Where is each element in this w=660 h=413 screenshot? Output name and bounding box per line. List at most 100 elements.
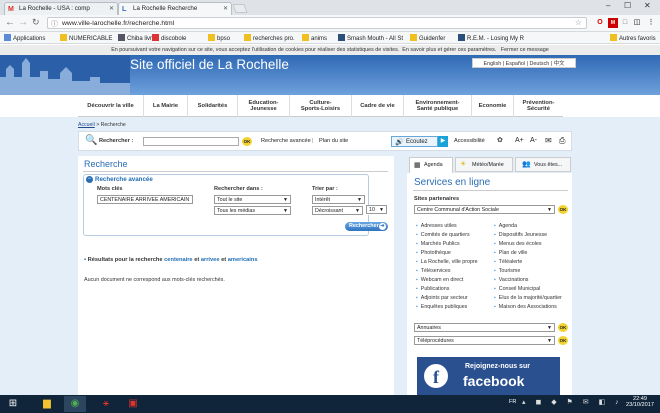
partners-ok-button[interactable]: OK [558,205,568,214]
submit-search-button[interactable]: Rechercher ➔ [345,222,388,231]
menu-solidarites[interactable]: Solidarités [188,95,238,117]
order-select[interactable]: Décroissant ▼ [312,206,363,215]
search-input[interactable] [143,137,239,146]
service-link[interactable]: Marchés Publics [416,240,478,249]
service-link[interactable]: Menus des écoles [494,240,562,249]
site-title[interactable]: Site officiel de La Rochelle [130,57,289,72]
service-link[interactable]: La Rochelle, ville propre [416,258,478,267]
tab-meteo[interactable]: ☀ Météo/Marée [455,157,513,172]
file-explorer-icon[interactable]: ▆ [36,396,58,412]
menu-education[interactable]: Education- Jeunesse [238,95,290,117]
star-icon[interactable]: ☆ [575,18,582,27]
keywords-input[interactable]: CENTENAIRE ARRIVEE AMERICAIN [97,195,193,204]
teleprocedures-select[interactable]: Téléprocédures ▼ [414,336,555,345]
service-link[interactable]: Dispositifs Jeunesse [494,231,562,240]
bookmark-item[interactable]: Smash Mouth - All St [338,34,403,42]
service-link[interactable]: Maison des Associations [494,303,562,312]
accessibility-icon[interactable]: ✿ [497,136,503,144]
play-icon[interactable]: ▶ [438,136,448,147]
menu-environnement[interactable]: Environnement- Santé publique [404,95,472,117]
menu-dots-icon[interactable]: ⋮ [646,18,656,28]
minimize-icon[interactable]: – [606,1,610,10]
annuaires-select[interactable]: Annuaires ▼ [414,323,555,332]
tab-gmail[interactable]: M La Rochelle - USA : comp ✕ [4,2,118,15]
bookmark-item[interactable]: discobole [152,34,186,42]
bookmark-item[interactable]: anims [302,34,327,42]
lang-espanol[interactable]: Español [506,61,525,67]
service-link[interactable]: Conseil Municipal [494,285,562,294]
bookmark-item[interactable]: bpso [208,34,230,42]
accessibility-link[interactable]: Accessibilité [454,138,485,144]
extension-icon[interactable]: ◫ [632,18,642,28]
tray-icons[interactable]: ▴ ◼ ◆ ⚑ ✉ ◧ ♪ [522,398,623,406]
opera-icon[interactable]: O [595,18,605,28]
share-icon[interactable]: ✉ [545,136,552,145]
advanced-search-link[interactable]: Recherche avancée [261,138,311,144]
cookie-close-link[interactable]: Fermer ce message [501,47,549,53]
url-field[interactable]: ⓘ www.ville-larochelle.fr/recherche.html… [47,17,587,29]
clock[interactable]: 22:49 23/10/2017 [622,396,658,408]
bookmark-item[interactable]: R.E.M. - Losing My R [458,34,524,42]
bookmark-item[interactable]: Applications [4,34,45,42]
forward-icon[interactable]: → [18,17,28,28]
service-link[interactable]: Adresses utiles [416,222,478,231]
service-link[interactable]: Agenda [494,222,562,231]
maximize-icon[interactable]: ☐ [624,1,631,10]
bookmark-item[interactable]: Guidenfer [410,34,445,42]
skyline-logo[interactable] [0,55,130,95]
media-select[interactable]: Tous les médias ▼ [214,206,291,215]
bookmark-item[interactable]: Autres favoris [610,34,656,42]
service-link[interactable]: Tourisme [494,267,562,276]
menu-mairie[interactable]: La Mairie [144,95,188,117]
start-icon[interactable]: ⊞ [2,396,24,412]
menu-cadre-de-vie[interactable]: Cadre de vie [352,95,404,117]
service-link[interactable]: Vaccinations [494,276,562,285]
menu-decouvrir[interactable]: Découvrir la ville [78,95,144,117]
service-link[interactable]: Téléservices [416,267,478,276]
service-link[interactable]: Plan de ville [494,249,562,258]
lang-deutsch[interactable]: Deutsch [530,61,550,67]
service-link[interactable]: Comités de quartiers [416,231,478,240]
menu-culture[interactable]: Culture- Sports-Loisirs [290,95,352,117]
lang-english[interactable]: English [484,61,502,67]
extension-icon[interactable]: □ [620,18,630,28]
reload-icon[interactable]: ↻ [32,17,40,28]
chrome-icon[interactable]: ◉ [64,396,86,412]
search-in-select[interactable]: Tout le site ▼ [214,195,291,204]
bookmark-item[interactable]: NUMERICABLE [60,34,112,42]
service-link[interactable]: Téléalerte [494,258,562,267]
listen-button[interactable]: 🔊 Ecoutez [391,136,438,147]
page-info-icon[interactable]: ⓘ [51,19,58,29]
tab-vous-etes[interactable]: 👥 Vous êtes... [515,157,571,172]
acrobat-pro-icon[interactable]: ▣ [122,396,144,412]
acrobat-icon[interactable]: ⚹ [95,396,117,412]
menu-prevention[interactable]: Prévention- Sécurité [514,95,563,117]
service-link[interactable]: Webcam en direct [416,276,478,285]
sitemap-link[interactable]: Plan du site [319,138,348,144]
teleprocedures-ok-button[interactable]: OK [558,336,568,345]
service-link[interactable]: Enquêtes publiques [416,303,478,312]
new-tab-button[interactable] [232,4,248,13]
close-icon[interactable]: ✕ [109,5,114,12]
annuaires-ok-button[interactable]: OK [558,323,568,332]
facebook-banner[interactable]: f Rejoignez-nous sur facebook [417,357,560,395]
close-icon[interactable]: ✕ [223,5,228,12]
service-link[interactable]: Elus de la majorité/quartier [494,294,562,303]
tab-recherche[interactable]: L La Rochelle Recherche ✕ [118,2,232,15]
cookie-more-link[interactable]: En savoir plus et gérer ces paramètres. [402,47,496,53]
back-icon[interactable]: ← [5,17,15,28]
close-window-icon[interactable]: ✕ [644,1,651,10]
sort-select[interactable]: Intérêt ▼ [312,195,365,204]
print-icon[interactable]: ⎙ [559,136,565,146]
breadcrumb-home[interactable]: Accueil [78,122,95,128]
bookmark-item[interactable]: Chiba livré [118,34,155,42]
tab-agenda[interactable]: ▦ Agenda [409,157,453,173]
service-link[interactable]: Adjoints par secteur [416,294,478,303]
lang-chinese[interactable]: 中文 [554,61,565,67]
service-link[interactable]: Publications [416,285,478,294]
service-link[interactable]: Photothèque [416,249,478,258]
bookmark-item[interactable]: recherches pro. [244,34,295,42]
font-increase-button[interactable]: A+ [515,137,524,144]
extension-icon[interactable]: M [608,18,618,28]
search-ok-button[interactable]: OK [242,137,252,146]
